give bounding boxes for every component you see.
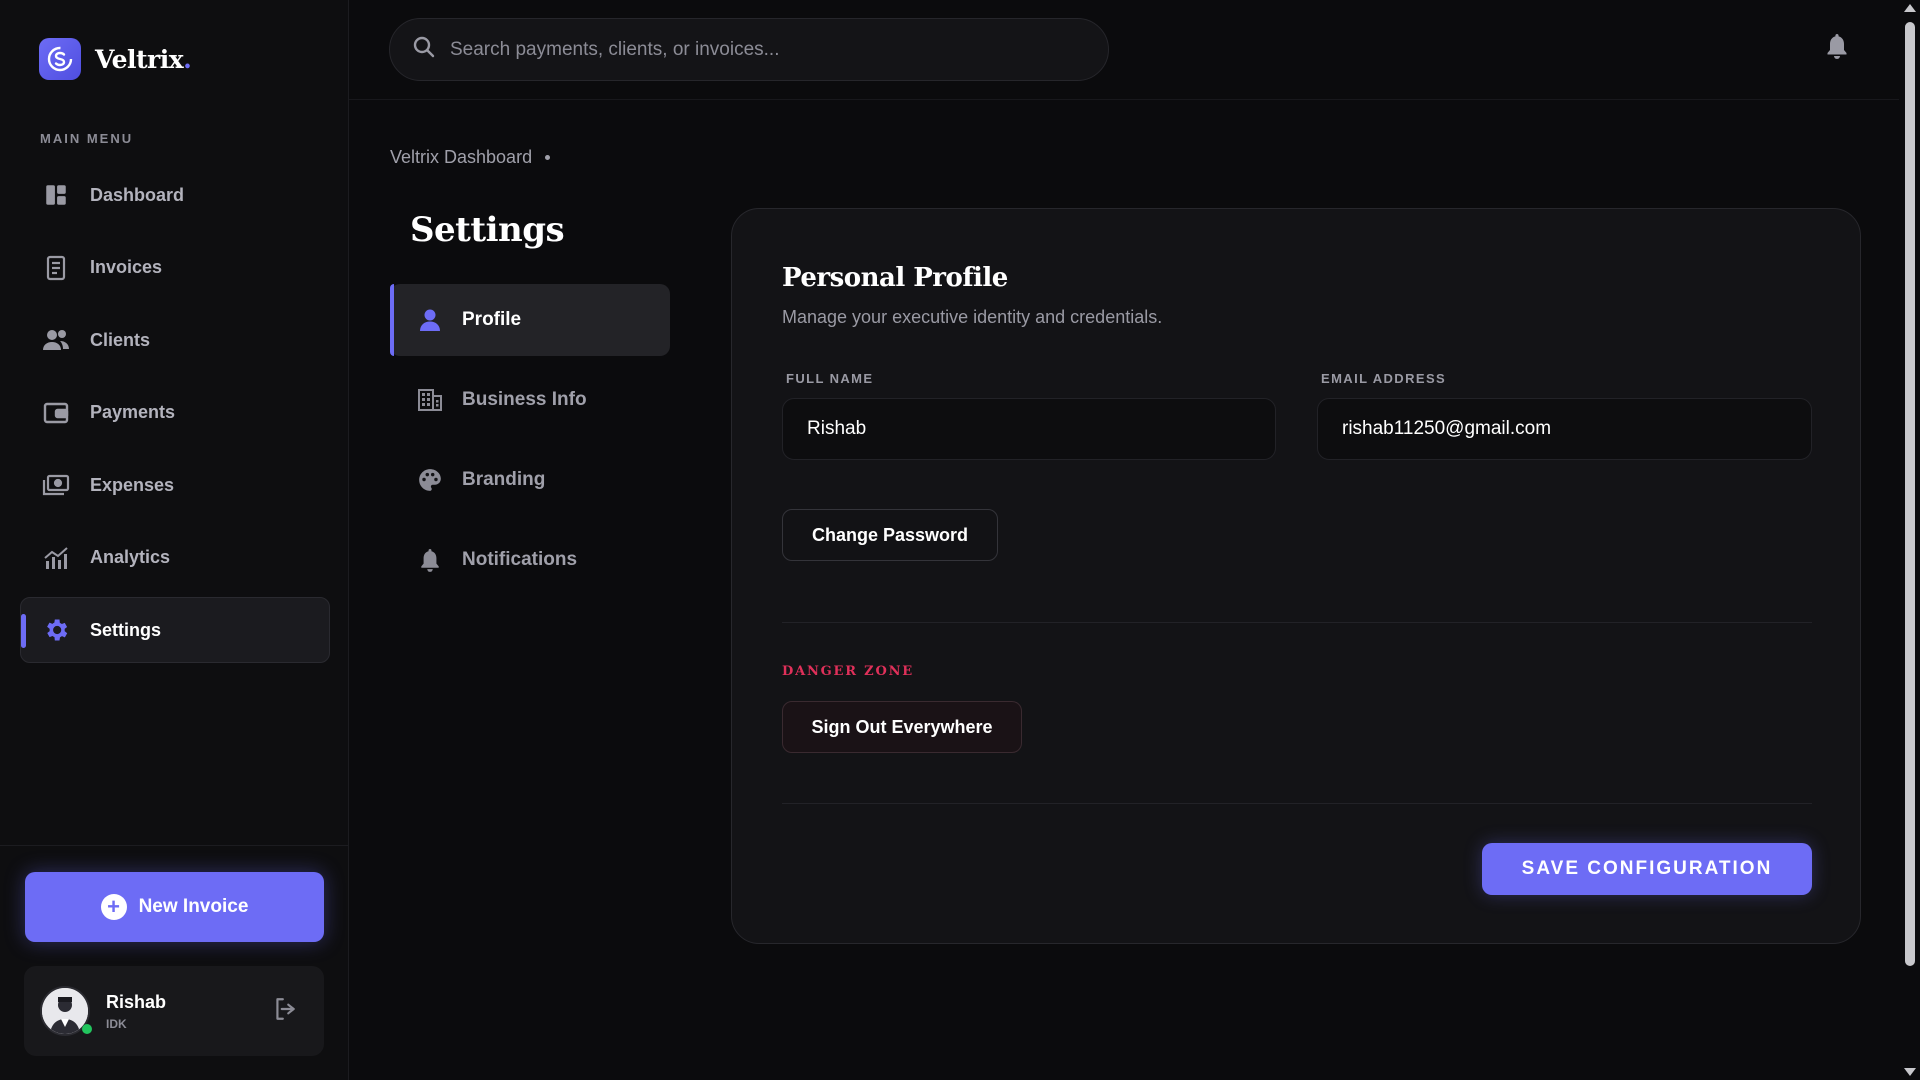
user-icon (416, 306, 444, 334)
settings-tab-label: Business Info (462, 389, 587, 410)
search-input[interactable] (450, 38, 1050, 61)
settings-nav: Profile Business Info Branding Notificat… (390, 284, 670, 604)
tab-profile[interactable]: Profile (390, 284, 670, 356)
sidebar-item-payments[interactable]: Payments (20, 380, 330, 446)
sidebar-item-label: Dashboard (90, 184, 185, 205)
settings-tab-label: Profile (462, 309, 522, 330)
footer-divider (782, 803, 1812, 804)
notifications-bell-icon[interactable] (1825, 32, 1849, 65)
clients-icon (41, 325, 71, 355)
app-name-dot: . (183, 44, 192, 74)
section-subtitle: Manage your executive identity and crede… (782, 307, 1163, 327)
chart-icon (41, 543, 71, 573)
logo-icon (39, 38, 81, 80)
page-scrollbar[interactable] (1900, 0, 1920, 1080)
email-field[interactable] (1317, 398, 1812, 460)
sidebar-item-settings[interactable]: Settings (20, 597, 330, 663)
top-bar (349, 0, 1899, 100)
tab-branding[interactable]: Branding (390, 444, 670, 516)
dashboard-icon (41, 180, 71, 210)
main-menu-title: MAIN MENU (40, 131, 134, 146)
app-name: Veltrix (95, 44, 184, 74)
sidebar-item-expenses[interactable]: Expenses (20, 452, 330, 518)
section-divider (782, 622, 1812, 623)
email-label: EMAIL ADDRESS (1321, 371, 1447, 386)
change-password-button[interactable]: Change Password (782, 509, 998, 561)
full-name-field[interactable] (782, 398, 1276, 460)
main-nav: Dashboard Invoices Clients Payments Expe… (20, 162, 330, 670)
cash-icon (41, 470, 71, 500)
save-configuration-button[interactable]: SAVE CONFIGURATION (1482, 843, 1812, 895)
sidebar: Veltrix. MAIN MENU Dashboard Invoices Cl… (0, 0, 349, 1080)
sidebar-item-label: Expenses (90, 474, 175, 495)
sidebar-item-analytics[interactable]: Analytics (20, 525, 330, 591)
bell-icon (416, 546, 444, 574)
sign-out-everywhere-button[interactable]: Sign Out Everywhere (782, 701, 1022, 753)
user-role: IDK (106, 1016, 127, 1031)
new-invoice-label: New Invoice (138, 896, 249, 917)
sidebar-item-label: Invoices (90, 257, 163, 277)
sidebar-item-label: Payments (90, 402, 176, 422)
wallet-icon (41, 398, 71, 428)
scroll-up-arrow-icon[interactable] (1904, 4, 1916, 12)
section-title: Personal Profile (782, 263, 1008, 293)
new-invoice-button[interactable]: + New Invoice (25, 872, 324, 942)
gear-icon (41, 615, 71, 645)
full-name-label: FULL NAME (786, 371, 874, 386)
settings-tab-label: Notifications (462, 549, 578, 570)
user-card[interactable]: Rishab IDK (24, 966, 324, 1056)
danger-zone-label: DANGER ZONE (782, 664, 914, 679)
settings-tab-label: Branding (462, 469, 546, 490)
sidebar-item-label: Analytics (90, 547, 171, 567)
logout-icon[interactable] (272, 996, 298, 1027)
tab-business-info[interactable]: Business Info (390, 364, 670, 436)
page-title: Settings (410, 210, 565, 250)
email-input[interactable] (1342, 418, 1811, 440)
tab-notifications[interactable]: Notifications (390, 524, 670, 596)
building-icon (416, 386, 444, 414)
user-name: Rishab (106, 991, 167, 1012)
scrollbar-thumb[interactable] (1905, 22, 1915, 966)
scroll-down-arrow-icon[interactable] (1904, 1068, 1916, 1076)
sidebar-item-label: Settings (90, 619, 162, 640)
breadcrumb: Veltrix Dashboard (390, 147, 551, 168)
change-password-label: Change Password (811, 524, 969, 545)
search-bar[interactable] (389, 18, 1109, 81)
full-name-input[interactable] (807, 418, 1275, 440)
sidebar-divider (0, 845, 349, 846)
sidebar-item-invoices[interactable]: Invoices (20, 235, 330, 301)
sidebar-item-dashboard[interactable]: Dashboard (20, 162, 330, 228)
search-icon (412, 35, 436, 64)
brand-logo[interactable]: Veltrix. (39, 38, 192, 80)
sign-out-everywhere-label: Sign Out Everywhere (811, 716, 993, 737)
palette-icon (416, 466, 444, 494)
sidebar-item-clients[interactable]: Clients (20, 307, 330, 373)
sidebar-item-label: Clients (90, 329, 151, 350)
online-status-dot (82, 1024, 92, 1034)
breadcrumb-link[interactable]: Veltrix Dashboard (390, 147, 532, 168)
breadcrumb-separator-dot (545, 155, 551, 160)
personal-profile-card: Personal Profile Manage your executive i… (731, 208, 1861, 944)
save-configuration-label: SAVE CONFIGURATION (1521, 858, 1773, 879)
invoice-icon (41, 253, 71, 283)
plus-icon: + (100, 894, 127, 920)
